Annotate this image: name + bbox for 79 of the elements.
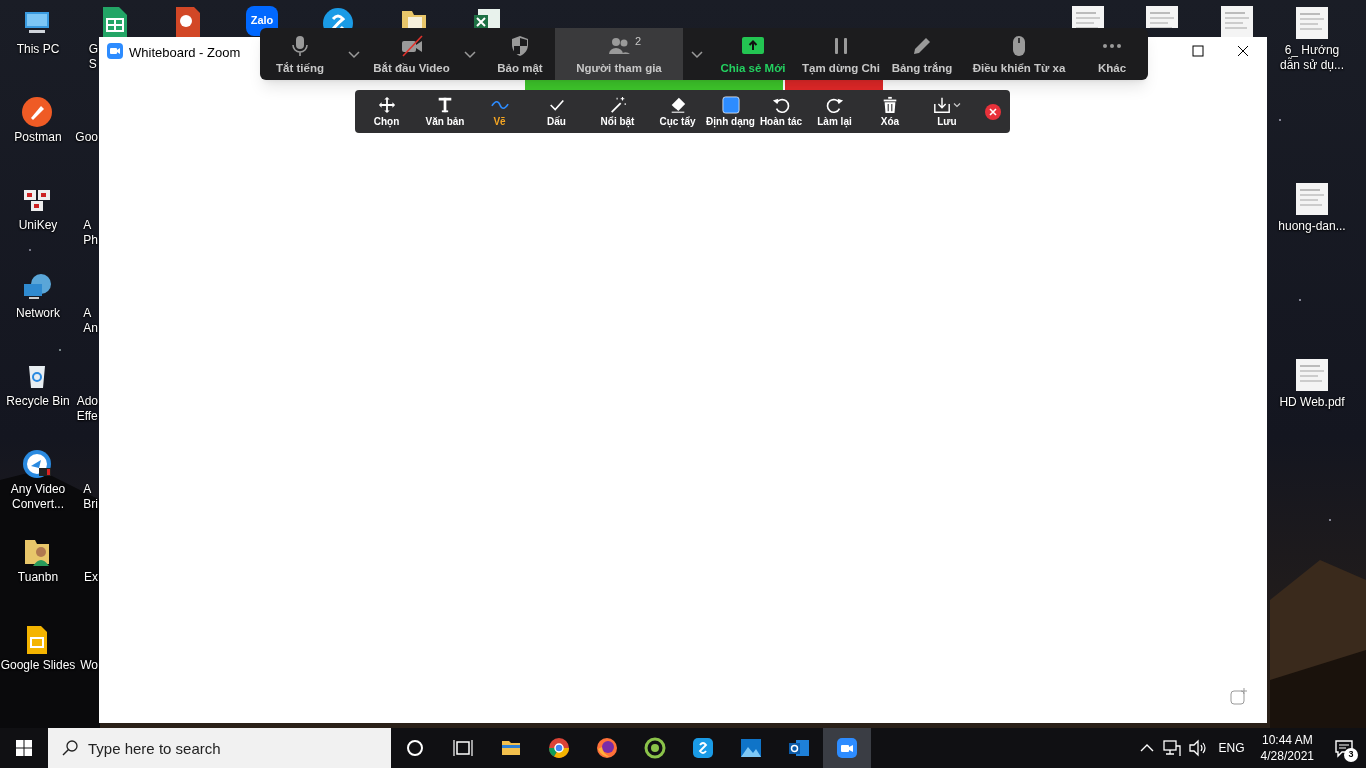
icon-label: G S (88, 42, 98, 72)
toolbar-button[interactable]: Bảo mật (485, 28, 555, 80)
icon-label: UniKey (17, 218, 59, 233)
icon-label: Goo (75, 130, 98, 145)
target-icon (644, 737, 666, 759)
icon-label: Ex (84, 570, 98, 585)
close-icon (985, 103, 1001, 120)
taskbar-app[interactable] (823, 728, 871, 768)
document-thumbnail[interactable] (1296, 183, 1328, 215)
mail-app-icon (788, 737, 810, 759)
photos-icon (740, 737, 762, 759)
network-icon (1160, 737, 1183, 759)
tool-button[interactable]: Vẽ (472, 90, 527, 133)
volume-icon (1186, 737, 1209, 759)
language-indicator[interactable]: ENG (1210, 728, 1253, 768)
toolbar-button[interactable]: Tạm dừng Chi (795, 28, 887, 80)
icon-label: huong-dan... (1277, 219, 1347, 234)
tool-button[interactable]: Dấu (527, 90, 586, 133)
search-icon (62, 740, 78, 756)
icon-label: Google Slides (0, 658, 76, 673)
tool-button[interactable]: Chọn (355, 90, 418, 133)
move-icon (377, 95, 396, 114)
tool-button[interactable]: Hoàn tác (755, 90, 807, 133)
fox-browser-icon (596, 737, 618, 759)
icon-label: Ado Effe (76, 394, 98, 424)
participant-count: 2 (635, 34, 642, 49)
icon-label: HD Web.pdf (1278, 395, 1346, 410)
document-thumbnail[interactable] (1296, 359, 1328, 391)
toolbar-button[interactable]: Khác (1081, 28, 1143, 80)
tool-button[interactable]: Lưu (918, 90, 976, 133)
icon-label: Recycle Bin (5, 394, 71, 409)
icon-label: Tuanbn (16, 570, 60, 585)
color-swatch-icon (721, 95, 740, 114)
icon-label: A Ph (83, 218, 98, 248)
search-field[interactable]: Type here to search (48, 728, 391, 768)
close-icon[interactable] (1237, 45, 1249, 57)
caret-icon[interactable] (953, 100, 961, 109)
icon-label: Any Video Convert... (9, 482, 67, 512)
clock[interactable]: 10:44 AM 4/28/2021 (1252, 728, 1322, 768)
icon-label: Wo (80, 658, 98, 673)
new-page-icon[interactable] (1230, 687, 1248, 705)
tool-button[interactable]: Xóa (862, 90, 918, 133)
camera-off-icon (399, 33, 424, 58)
message-icon (1334, 738, 1354, 758)
document-thumbnail[interactable] (1296, 7, 1328, 39)
icon-label: 6_ Hướng dẫn sử dụ... (1278, 43, 1346, 73)
cortana-icon (404, 737, 426, 759)
tool-button[interactable]: Định dạng (706, 90, 755, 133)
icon-label: A Bri (83, 482, 98, 512)
more-icon (1103, 43, 1121, 48)
count-badge: 3 (1344, 748, 1358, 762)
toolbar-button[interactable]: Bắt đầu Video (368, 28, 455, 80)
icon-label: Network (15, 306, 61, 321)
window-title: Whiteboard - Zoom (129, 44, 241, 62)
document-thumbnail[interactable] (1221, 6, 1253, 37)
notification-button[interactable]: 3 (1322, 728, 1366, 768)
document-thumbnail[interactable] (1146, 6, 1178, 28)
icon-label: This PC (15, 42, 61, 57)
toolbar-button[interactable]: Bảng trắng (887, 28, 957, 80)
download-tray-icon (933, 95, 951, 114)
maximize-icon[interactable] (1192, 45, 1204, 57)
video-camera-icon (107, 43, 123, 59)
tool-button[interactable]: Làm lại (807, 90, 862, 133)
toolbar-button[interactable]: Chia sẻ Mới (711, 28, 795, 80)
windows-logo-icon (16, 740, 32, 756)
icon-label: Postman (13, 130, 63, 145)
toolbar-button[interactable]: Người tham gia 2 (555, 28, 683, 80)
task-view-icon (452, 737, 474, 759)
icon-label: A An (83, 306, 98, 336)
tool-button[interactable]: Cục tẩy (649, 90, 706, 133)
browser-icon (548, 737, 570, 759)
document-thumbnail[interactable] (1072, 6, 1104, 28)
trash-icon (881, 95, 899, 114)
video-camera-icon (836, 737, 858, 759)
toolbar-button[interactable]: Điều khiển Từ xa (957, 28, 1081, 80)
text-tool-icon (436, 95, 454, 114)
tool-button[interactable]: Nổi bật (586, 90, 649, 133)
tool-button[interactable]: Văn bản (418, 90, 472, 133)
magic-wand-icon (608, 95, 627, 114)
